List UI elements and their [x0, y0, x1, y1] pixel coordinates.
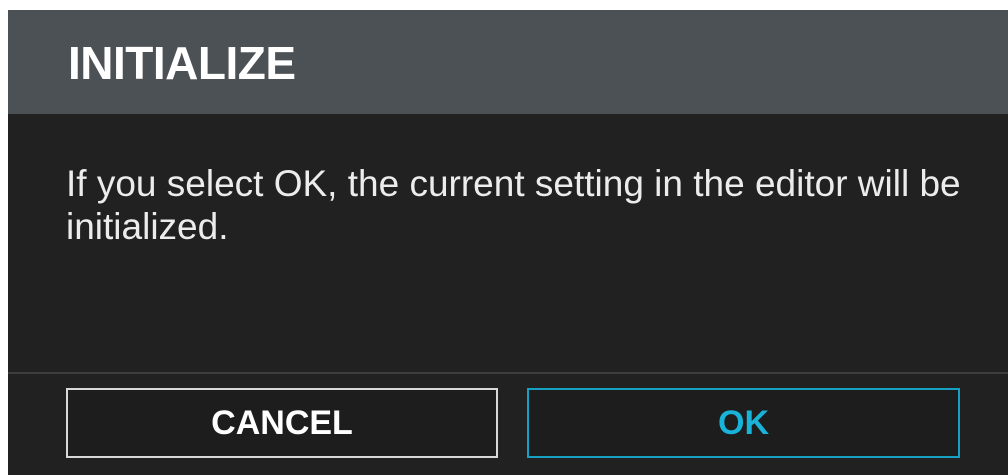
initialize-dialog: INITIALIZE If you select OK, the current… — [8, 10, 1008, 475]
cancel-button[interactable]: CANCEL — [66, 388, 498, 458]
dialog-title-bar: INITIALIZE — [8, 10, 1008, 114]
dialog-message: If you select OK, the current setting in… — [66, 163, 961, 247]
footer-divider — [8, 372, 1008, 374]
dialog-title: INITIALIZE — [68, 37, 296, 89]
ok-button[interactable]: OK — [527, 388, 960, 458]
